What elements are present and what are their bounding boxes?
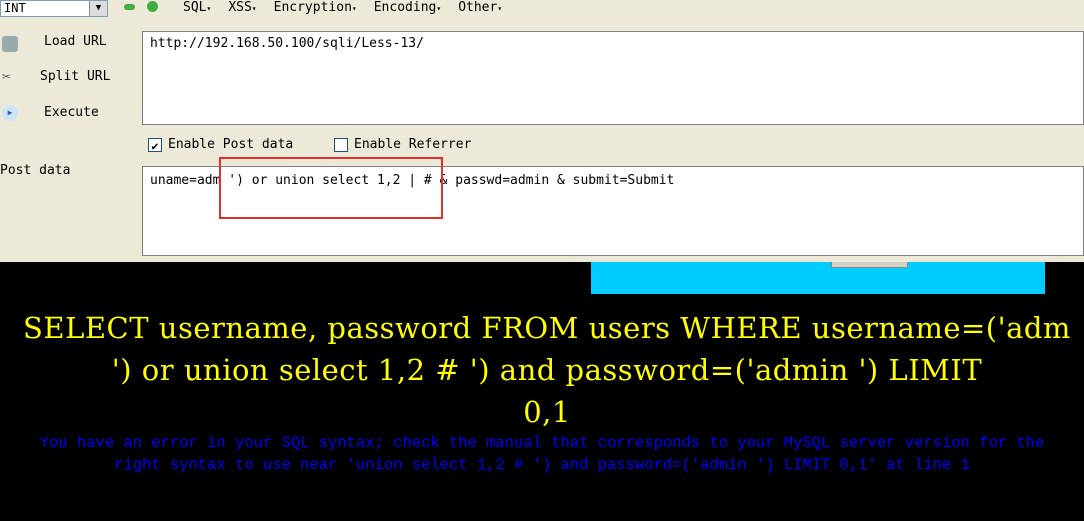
menu-other[interactable]: Other — [458, 0, 502, 15]
url-value: http://192.168.50.100/sqli/Less-13/ — [150, 36, 424, 51]
login-banner — [591, 262, 1045, 294]
checkbox-empty[interactable] — [334, 137, 348, 152]
chevron-down-icon[interactable]: ▼ — [89, 1, 107, 16]
url-input[interactable]: http://192.168.50.100/sqli/Less-13/ — [142, 31, 1084, 125]
play-icon: ▶ — [2, 105, 18, 121]
scissors-icon: ✂ — [2, 69, 11, 85]
query-line: 0,1 — [523, 395, 571, 429]
load-url-label: Load URL — [44, 34, 107, 49]
enable-referrer-checkbox[interactable]: Enable Referrer — [334, 137, 471, 152]
plus-icon[interactable] — [147, 1, 158, 12]
post-data-label: Post data — [0, 163, 71, 178]
split-url-label: Split URL — [40, 69, 111, 84]
execute-label: Execute — [44, 105, 99, 120]
type-select[interactable]: INT ▼ — [0, 0, 108, 17]
sql-query: SELECT username, password FROM users WHE… — [10, 307, 1084, 433]
menu-sql[interactable]: SQL — [183, 0, 211, 15]
enable-post-label: Enable Post data — [168, 137, 294, 152]
menu-bar: SQL XSS Encryption Encoding Other — [183, 0, 502, 15]
select-value: INT — [4, 1, 26, 15]
minus-icon[interactable] — [124, 4, 135, 10]
menu-encoding[interactable]: Encoding — [374, 0, 441, 15]
query-line: SELECT username, password FROM users WHE… — [23, 311, 1071, 345]
error-line: right syntax to use near 'union select 1… — [114, 456, 970, 474]
query-line: ') or union select 1,2 # ') and password… — [111, 353, 983, 387]
check-icon[interactable]: ✔ — [148, 137, 162, 153]
submit-button[interactable] — [831, 262, 908, 268]
load-url-icon — [2, 36, 18, 52]
error-line: You have an error in your SQL syntax; ch… — [39, 434, 1045, 452]
menu-xss[interactable]: XSS — [228, 0, 256, 15]
menu-encryption[interactable]: Encryption — [274, 0, 357, 15]
enable-post-checkbox[interactable]: ✔ Enable Post data — [148, 137, 294, 153]
highlight-box — [219, 157, 443, 219]
enable-referrer-label: Enable Referrer — [354, 137, 472, 152]
sql-error: You have an error in your SQL syntax; ch… — [0, 432, 1084, 476]
hackbar-panel: INT ▼ SQL XSS Encryption Encoding Other L… — [0, 0, 1084, 262]
